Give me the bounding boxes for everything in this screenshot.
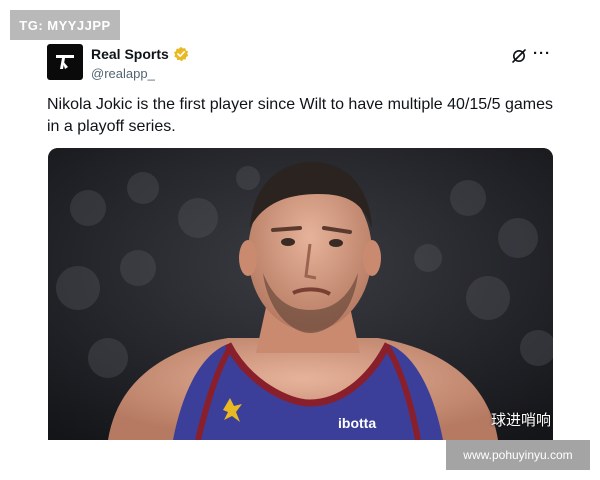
display-name[interactable]: Real Sports: [91, 46, 169, 62]
grok-icon[interactable]: [511, 48, 527, 64]
site-watermark: www.pohuyinyu.com: [446, 440, 590, 470]
tweet-text-line-1: Nikola Jokic is the first player since W…: [47, 96, 553, 113]
name-row: Real Sports: [91, 46, 189, 62]
tweet-text-line-2: in a playoff series.: [47, 118, 176, 135]
corner-badge: TG: MYYJJPP: [10, 10, 120, 40]
jersey-sponsor-text: ibotta: [338, 415, 376, 431]
more-options-icon[interactable]: ···: [533, 45, 551, 62]
avatar[interactable]: [47, 44, 83, 80]
player-photo: ibotta: [48, 148, 553, 440]
handle[interactable]: @realapp_: [91, 66, 155, 81]
tweet-header: Real Sports @realapp_ ···: [47, 44, 557, 84]
real-sports-logo-icon: [56, 55, 74, 69]
verified-badge-icon: [173, 46, 189, 62]
photo-caption: 球进哨响: [490, 411, 551, 429]
tweet-text: Nikola Jokic is the first player since W…: [47, 94, 557, 138]
tweet-photo[interactable]: ibotta 球进哨响: [48, 148, 553, 440]
